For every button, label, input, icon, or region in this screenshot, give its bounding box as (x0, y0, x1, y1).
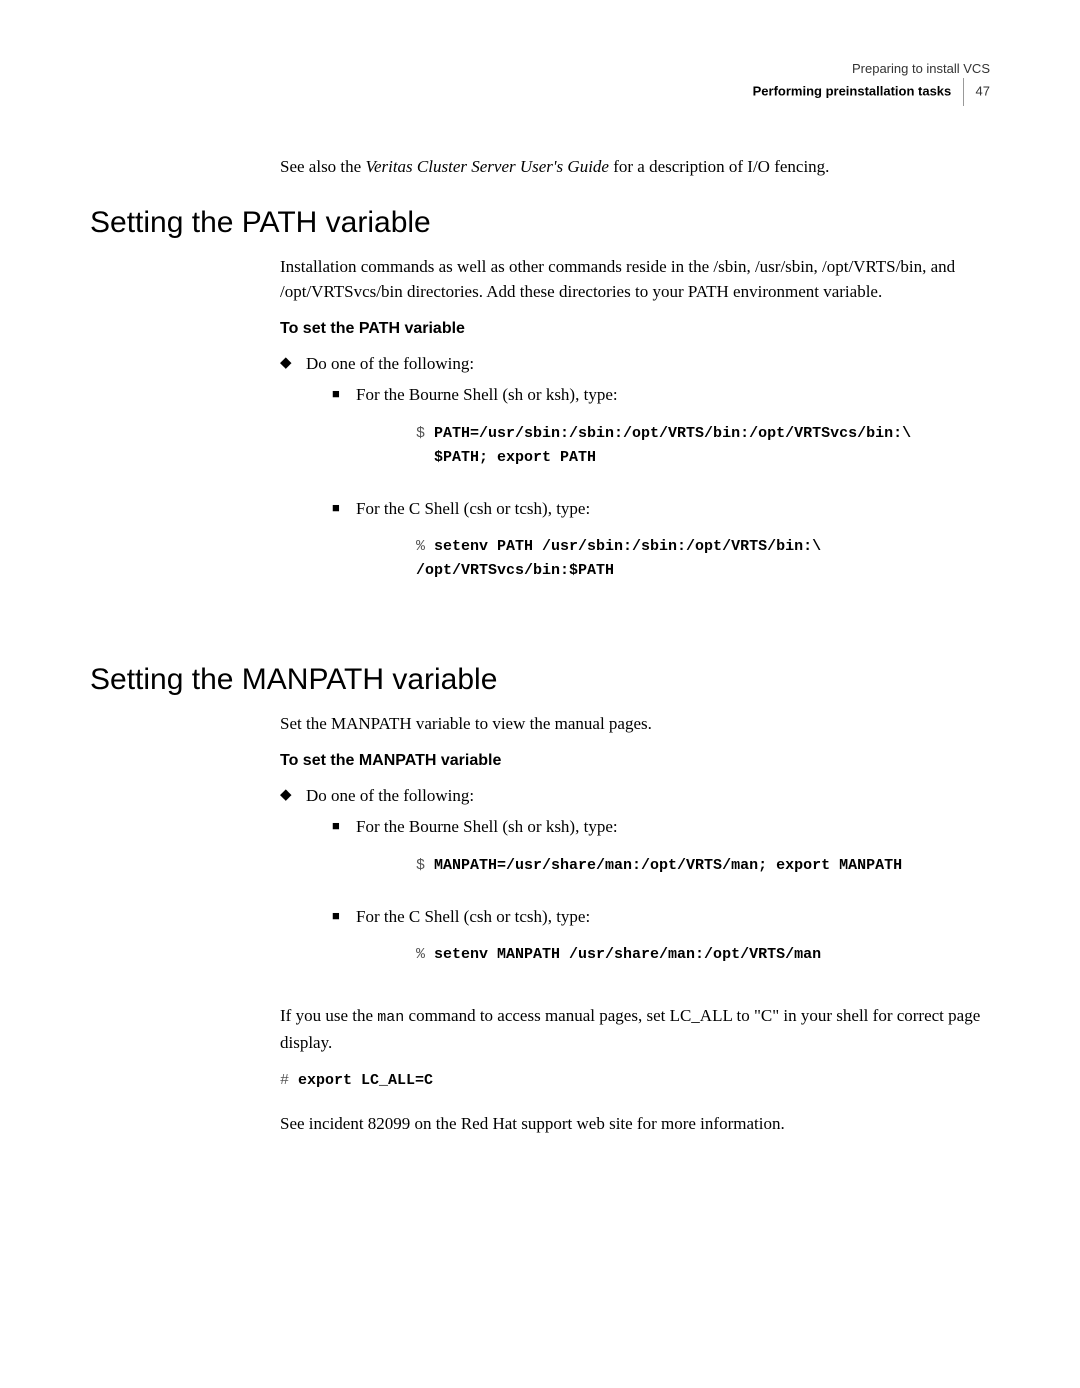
section2-body: Set the MANPATH variable to view the man… (280, 711, 990, 1137)
bullet-l1-text: Do one of the following: (306, 786, 474, 805)
bullet-level2: ■ For the Bourne Shell (sh or ksh), type… (332, 814, 990, 896)
section-title-manpath: Setting the MANPATH variable (90, 663, 990, 697)
bullet-l1-content: Do one of the following: ■ For the Bourn… (306, 351, 990, 610)
code-line: PATH=/usr/sbin:/sbin:/opt/VRTS/bin:/opt/… (434, 425, 911, 442)
square-bullet-icon: ■ (332, 814, 356, 837)
intro-paragraph: See also the Veritas Cluster Server User… (280, 154, 990, 180)
code-line: MANPATH=/usr/share/man:/opt/VRTS/man; ex… (434, 857, 902, 874)
section2-para: Set the MANPATH variable to view the man… (280, 711, 990, 737)
section1-subhead: To set the PATH variable (280, 317, 990, 341)
tail-paragraph-2: See incident 82099 on the Red Hat suppor… (280, 1111, 990, 1137)
intro-guide-title: Veritas Cluster Server User's Guide (365, 157, 609, 176)
inline-code-man: man (377, 1009, 404, 1026)
page-content: Preparing to install VCS Performing prei… (0, 0, 1080, 1187)
bullet-level1: ◆ Do one of the following: ■ For the Bou… (280, 351, 990, 610)
code-block: # export LC_ALL=C (280, 1069, 990, 1093)
header-chapter: Preparing to install VCS (852, 61, 990, 76)
bullet-l2-content: For the Bourne Shell (sh or ksh), type: … (356, 382, 990, 488)
code-prompt: % (416, 538, 434, 555)
code-prompt: $ (416, 425, 434, 442)
section1-para: Installation commands as well as other c… (280, 254, 990, 305)
intro-prefix: See also the (280, 157, 365, 176)
bullet-l2-content: For the Bourne Shell (sh or ksh), type: … (356, 814, 990, 896)
code-block: % setenv MANPATH /usr/share/man:/opt/VRT… (416, 943, 990, 967)
square-bullet-icon: ■ (332, 496, 356, 519)
code-block: $ MANPATH=/usr/share/man:/opt/VRTS/man; … (416, 854, 990, 878)
bullet-level2: ■ For the C Shell (csh or tcsh), type: %… (332, 496, 990, 602)
bullet-level2: ■ For the C Shell (csh or tcsh), type: %… (332, 904, 990, 986)
header-divider (963, 78, 964, 106)
bullet-level2: ■ For the Bourne Shell (sh or ksh), type… (332, 382, 990, 488)
code-line: $PATH; export PATH (434, 449, 596, 466)
square-bullet-icon: ■ (332, 904, 356, 927)
code-prompt: $ (416, 857, 434, 874)
diamond-bullet-icon: ◆ (280, 783, 306, 807)
bullet-l2-content: For the C Shell (csh or tcsh), type: % s… (356, 496, 990, 602)
intro-suffix: for a description of I/O fencing. (609, 157, 829, 176)
code-line: /opt/VRTSvcs/bin:$PATH (416, 562, 614, 579)
header-section: Performing preinstallation tasks (753, 84, 952, 99)
code-line: export LC_ALL=C (298, 1072, 433, 1089)
bullet-l2b-text: For the C Shell (csh or tcsh), type: (356, 499, 590, 518)
code-prompt: % (416, 946, 434, 963)
code-line: setenv MANPATH /usr/share/man:/opt/VRTS/… (434, 946, 821, 963)
section2-subhead: To set the MANPATH variable (280, 749, 990, 773)
section1-body: Installation commands as well as other c… (280, 254, 990, 610)
code-line: setenv PATH /usr/sbin:/sbin:/opt/VRTS/bi… (434, 538, 821, 555)
code-block: % setenv PATH /usr/sbin:/sbin:/opt/VRTS/… (416, 535, 990, 583)
bullet-l1-content: Do one of the following: ■ For the Bourn… (306, 783, 990, 994)
square-bullet-icon: ■ (332, 382, 356, 405)
page-number: 47 (976, 84, 990, 99)
bullet-l1-text: Do one of the following: (306, 354, 474, 373)
code-prompt: # (280, 1072, 298, 1089)
tail1-prefix: If you use the (280, 1006, 377, 1025)
bullet-l2b-text: For the C Shell (csh or tcsh), type: (356, 907, 590, 926)
bullet-l2-content: For the C Shell (csh or tcsh), type: % s… (356, 904, 990, 986)
bullet-level1: ◆ Do one of the following: ■ For the Bou… (280, 783, 990, 994)
section-title-path: Setting the PATH variable (90, 206, 990, 240)
bullet-l2a-text: For the Bourne Shell (sh or ksh), type: (356, 817, 618, 836)
bullet-l2a-text: For the Bourne Shell (sh or ksh), type: (356, 385, 618, 404)
code-block: $ PATH=/usr/sbin:/sbin:/opt/VRTS/bin:/op… (416, 422, 990, 470)
diamond-bullet-icon: ◆ (280, 351, 306, 375)
tail-paragraph-1: If you use the man command to access man… (280, 1003, 990, 1055)
page-header: Preparing to install VCS Performing prei… (90, 60, 990, 106)
